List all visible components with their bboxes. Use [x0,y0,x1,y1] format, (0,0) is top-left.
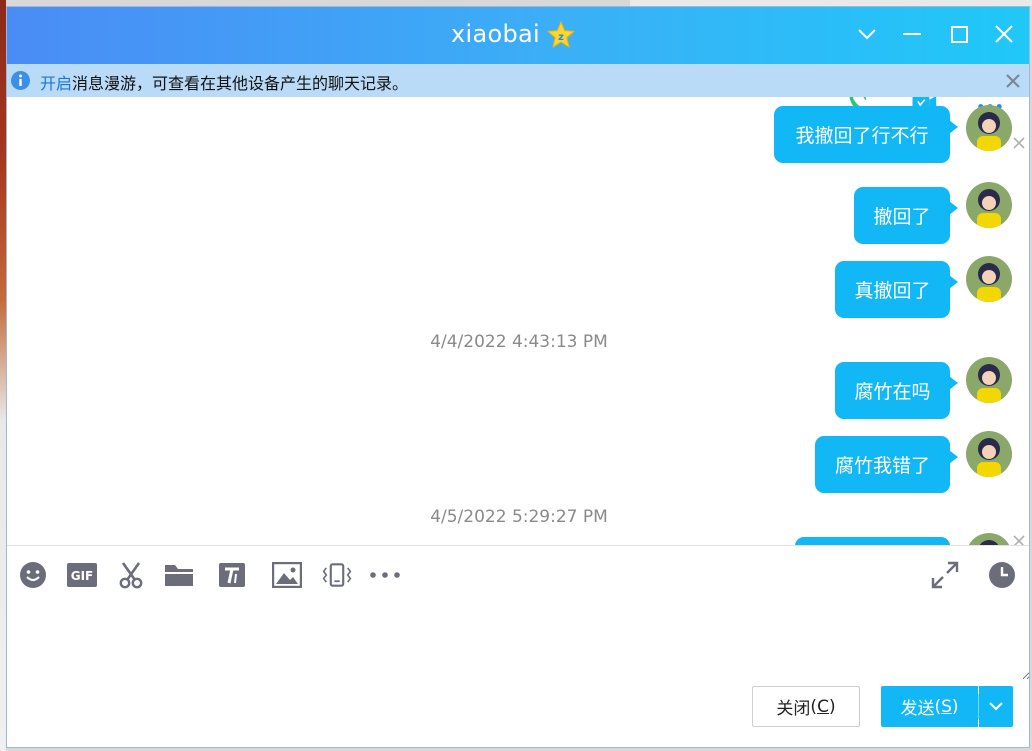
send-options-dropdown[interactable] [979,686,1013,727]
maximize-icon[interactable] [944,19,974,49]
message-bubble[interactable] [795,537,950,545]
message-text: 真撤回了 [854,280,931,302]
minimize-icon[interactable] [897,19,927,49]
info-icon [11,71,30,90]
message-area[interactable]: 我撤回了行不行 撤回了 真撤回了 4/4/2022 4:43:13 PM 腐竹在… [7,97,1029,545]
avatar[interactable] [966,431,1012,477]
close-icon[interactable] [1003,71,1023,91]
avatar[interactable] [966,533,1012,545]
avatar[interactable] [966,357,1012,403]
close-icon[interactable] [1011,533,1027,545]
message-bubble[interactable]: 腐竹在吗 [835,362,958,419]
image-icon[interactable] [271,559,303,591]
shake-window-icon[interactable] [321,559,353,591]
notice-text: 消息漫游，可查看在其他设备产生的聊天记录。 [72,74,409,93]
file-folder-icon[interactable] [163,559,195,591]
vip-star-icon: z [547,21,575,49]
message-bubble[interactable]: 腐竹我错了 [815,436,958,493]
message-input[interactable] [7,608,1029,680]
enable-roaming-link[interactable]: 开启 [40,74,72,93]
gif-icon[interactable]: GIF [66,559,98,591]
window-title: xiaobai [451,20,540,48]
chat-window: xiaobai z 开启消息漫游，可查看在其他设备产生的聊天记录。 我撤回了行不… [6,6,1030,748]
close-button-label: 关闭 [776,699,811,719]
message-bubble[interactable]: 真撤回了 [835,261,958,318]
avatar[interactable] [966,182,1012,228]
message-timestamp: 4/4/2022 4:43:13 PM [430,332,608,352]
chevron-down-icon[interactable] [852,19,882,49]
more-tools-icon[interactable] [369,559,401,591]
svg-text:GIF: GIF [71,569,94,583]
message-timestamp: 4/5/2022 5:29:27 PM [430,507,608,527]
send-button[interactable]: 发送(S) [881,686,978,727]
avatar[interactable] [966,105,1012,151]
emoji-icon[interactable] [17,559,49,591]
send-button-label: 发送 [900,699,935,719]
history-clock-icon[interactable] [986,559,1018,591]
message-bubble[interactable]: 撤回了 [854,187,958,244]
close-icon[interactable] [1011,135,1027,151]
expand-icon[interactable] [929,559,961,591]
avatar[interactable] [966,256,1012,302]
close-button-shortcut: C [817,696,829,717]
screenshot-scissors-icon[interactable] [115,559,147,591]
svg-text:z: z [558,32,564,43]
message-text: 腐竹在吗 [854,381,931,403]
send-button-shortcut: S [941,696,952,717]
compose-toolbar: GIF [7,546,1029,608]
title-bar[interactable]: xiaobai z [7,7,1029,64]
message-text: 撤回了 [873,206,931,228]
message-text: 腐竹我错了 [834,455,930,477]
font-style-icon[interactable] [216,559,248,591]
message-bubble[interactable]: 我撤回了行不行 [774,106,958,163]
roaming-notice-bar: 开启消息漫游，可查看在其他设备产生的聊天记录。 [7,64,1029,97]
close-icon[interactable] [989,19,1019,49]
close-button[interactable]: 关闭(C) [752,686,860,727]
message-text: 我撤回了行不行 [795,125,929,147]
chevron-down-icon [989,702,1003,711]
